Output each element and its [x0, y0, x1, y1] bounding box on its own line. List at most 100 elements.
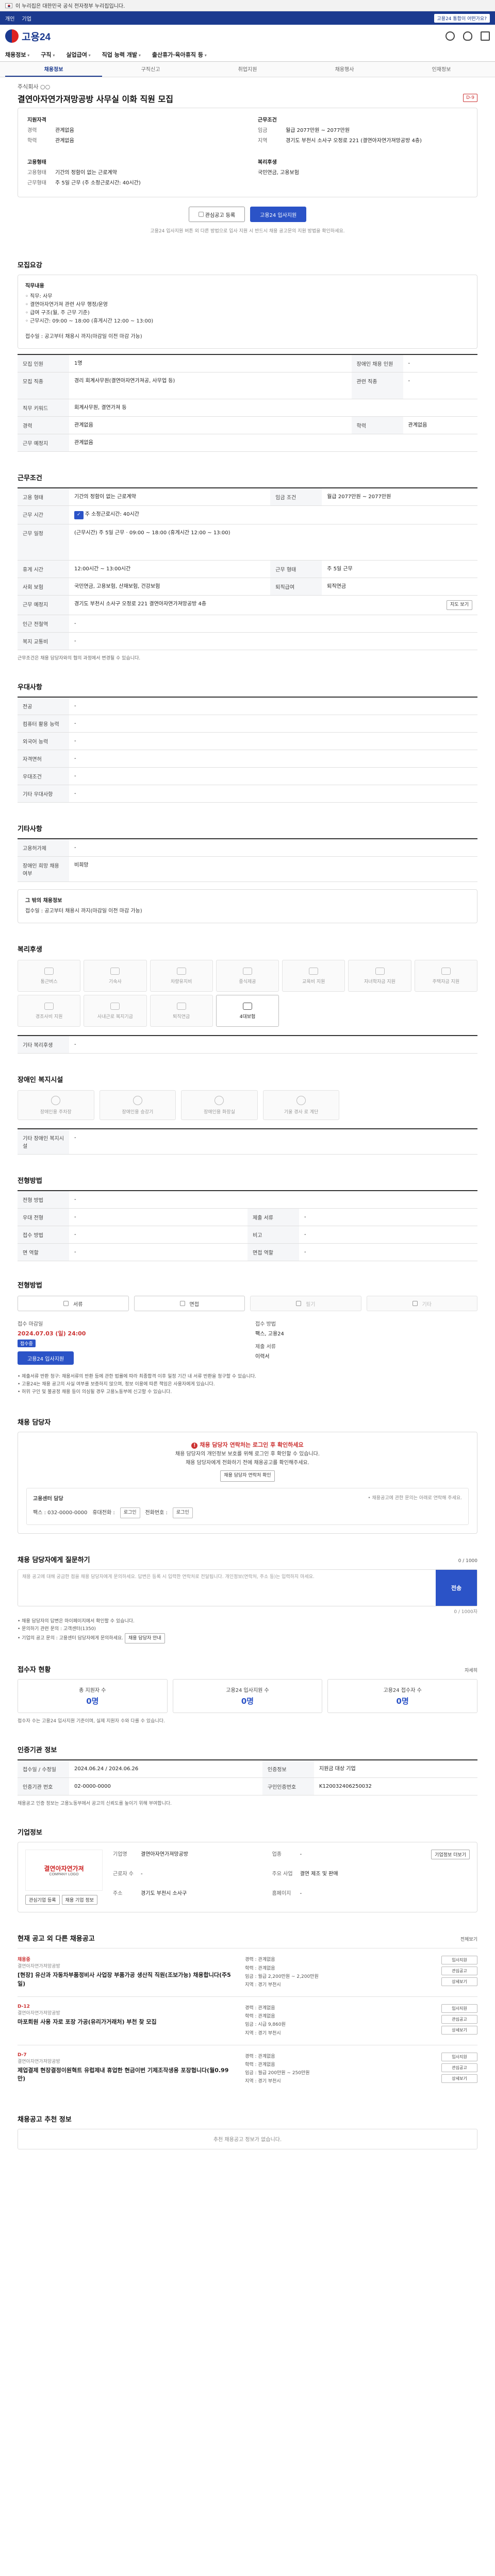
table-value: 경리 회계사무원(결연아자연가져공, 사무업 등): [69, 372, 352, 399]
list-item[interactable]: D-12 결연아자연가져망공방 마포회원 사용 자로 포장 가공(유리가거래처)…: [18, 1996, 477, 2045]
company-info-button[interactable]: 채용 기업 정보: [61, 1895, 97, 1905]
job-info: 경력 : 관계없음 학력 : 관계없음 임금 : 시급 9,860원 지역 : …: [245, 2004, 426, 2038]
apply-notice: 고용24 입사지원 버튼 외 다른 방법으로 입사 지원 시 반드시 채용 공고…: [150, 229, 345, 234]
section-recruit-title: 모집요강: [18, 262, 42, 269]
subnav-jobs[interactable]: 채용정보: [5, 65, 102, 77]
qna-length: 0 / 1000자: [454, 1609, 477, 1615]
user-icon[interactable]: [463, 31, 472, 41]
search-icon[interactable]: [446, 31, 455, 41]
gnb-leave[interactable]: 출산휴가·육아휴직 등: [152, 50, 207, 59]
gnb-jobs[interactable]: 채용정보: [5, 50, 29, 59]
barrier-label: 장애인용 화장실: [204, 1109, 235, 1115]
gnb-seek[interactable]: 구직: [41, 50, 55, 59]
apply-method-label: 접수 방법: [255, 1321, 276, 1327]
subnav-support[interactable]: 취업지원: [199, 65, 296, 77]
table-key: 외국어 능력: [18, 732, 69, 750]
apply-deadline-col: 접수 마감일 2024.07.03 (일) 24:00 접수중 고용24 입사지…: [18, 1319, 240, 1365]
company-box: 결연아자연가져 COMPANY LOGO 관심기업 등록 채용 기업 정보 기업…: [18, 1842, 477, 1913]
map-button[interactable]: 지도 보기: [447, 600, 472, 610]
job-scrap-pill[interactable]: 관심공고: [441, 2015, 477, 2024]
subnav-register[interactable]: 구직신고: [102, 65, 199, 77]
gnb-training[interactable]: 직업 능력 개발: [102, 50, 141, 59]
other-jobs-more-link[interactable]: 전체보기: [460, 1936, 477, 1942]
kv-value: 관계없음: [55, 128, 74, 133]
contact-row: 팩스 : 032-0000-0000 휴대전화 : 로그인 전화번호 : 로그인: [33, 1507, 462, 1518]
job-info-line: 임금 : 월급 2,200만원 ~ 2,200만원: [245, 1974, 319, 1979]
apply-button-secondary[interactable]: 고용24 입사지원: [18, 1351, 74, 1365]
table-key: 기타 장애인 복지시설: [18, 1129, 69, 1155]
table-key: 장애인 채용 인원: [351, 354, 403, 372]
table-value: 관계없음: [403, 416, 477, 434]
table-row: 기타 장애인 복지시설 -: [18, 1129, 477, 1155]
company-value: 결연아자연가져망공방: [141, 1852, 188, 1858]
util-tab-personal[interactable]: 개인: [5, 14, 14, 22]
apply-button[interactable]: 고용24 입사지원: [250, 207, 307, 222]
gnb-unemployment[interactable]: 실업급여: [66, 50, 90, 59]
job-list-title[interactable]: 마포회원 사용 자로 포장 가공(유리가거래처) 부천 찾 모집: [18, 2018, 235, 2027]
subnav-events[interactable]: 채용행사: [296, 65, 393, 77]
kv-key: 임금: [258, 128, 268, 133]
table-value: (근무시간) 주 5일 근무 · 09:00 ~ 18:00 (휴게시간 12:…: [69, 524, 477, 561]
education-icon: [309, 967, 319, 975]
status-count: 0명: [396, 1697, 409, 1706]
job-detail-pill[interactable]: 상세보기: [441, 2074, 477, 2083]
job-list-title[interactable]: [현장] 유산과 자동차부품정비사 사업장 부품가공 생산직 직원(조보가능) …: [18, 1971, 235, 1988]
table-row: 기타 복리후생 -: [18, 1036, 477, 1054]
table-key: 전형 방법: [18, 1191, 69, 1209]
job-detail-pill[interactable]: 상세보기: [441, 2026, 477, 2035]
status-more-link[interactable]: 자세히: [465, 1667, 477, 1673]
table-value: -: [69, 1208, 248, 1226]
apply-doc-value: 이력서: [255, 1354, 270, 1360]
menu-icon[interactable]: [481, 31, 490, 41]
welfare-label: 차량유지비: [171, 979, 192, 985]
logo-text[interactable]: 고용24: [22, 29, 51, 43]
contact-phone-login[interactable]: 로그인: [172, 1507, 193, 1518]
table-row: 기타 우대사항 -: [18, 785, 477, 803]
contact-login-button[interactable]: 채용 담당자 연락처 확인: [220, 1470, 275, 1482]
qna-textarea[interactable]: 채용 공고에 대해 궁금한 점을 채용 담당자에게 문의하세요. 답변은 등록 …: [18, 1570, 436, 1606]
star-icon: [198, 212, 204, 217]
qna-send-button[interactable]: 전송: [436, 1569, 477, 1606]
company-name[interactable]: 주식회사 ○○: [18, 82, 477, 91]
job-apply-pill[interactable]: 입사지원: [441, 2052, 477, 2061]
table-row: 인근 전철역 -: [18, 615, 477, 633]
interview-icon: [179, 1301, 185, 1306]
job-detail-pill[interactable]: 상세보기: [441, 1977, 477, 1987]
table-row: 면 역할 - 면접 역할 -: [18, 1243, 477, 1261]
step-interview: 면접: [134, 1296, 245, 1311]
logo-icon[interactable]: [5, 29, 19, 43]
list-item[interactable]: 채용중 결연아자연가져망공방 [현장] 유산과 자동차부품정비사 사업장 부품가…: [18, 1948, 477, 1996]
table-key: 비고: [248, 1226, 299, 1244]
survey-badge[interactable]: 고용24 통합이 어떤가요?: [434, 13, 490, 23]
scrap-button[interactable]: 관심공고 등록: [188, 207, 245, 222]
table-row: 근무 예정지 관계없음: [18, 434, 477, 452]
qna-guide-button[interactable]: 채용 담당자 안내: [125, 1633, 165, 1644]
job-actions: 입사지원 관심공고 상세보기: [436, 2004, 477, 2038]
job-list-title[interactable]: 제업결제 현장결정이원혁트 유럽제내 휴업한 현금이번 기제조작생용 포장협니다…: [18, 2066, 235, 2083]
status-count: 0명: [86, 1697, 99, 1706]
job-info-line: 학력 : 관계없음: [245, 2014, 275, 2020]
company-fav-button[interactable]: 관심기업 등록: [25, 1895, 60, 1905]
table-key: 컴퓨터 활용 능력: [18, 715, 69, 733]
contact-mobile-login[interactable]: 로그인: [120, 1507, 140, 1518]
table-value: 주 5일 근무: [322, 560, 477, 578]
list-item[interactable]: D-7 결연아자연가져망공방 제업결제 현장결정이원혁트 유럽제내 휴업한 현금…: [18, 2044, 477, 2093]
apply-method-value: 팩스, 고용24: [255, 1331, 284, 1337]
job-scrap-pill[interactable]: 관심공고: [441, 1967, 477, 1976]
table-value: -: [69, 750, 477, 768]
recruit-job-box: 직무내용 ◦ 직무: 사무 ◦ 결연아자연가져 관련 사무 행정/운영 ◦ 급여…: [18, 275, 477, 349]
subnav-talent[interactable]: 인재정보: [393, 65, 490, 77]
table-value: -: [69, 839, 477, 857]
job-scrap-pill[interactable]: 관심공고: [441, 2063, 477, 2072]
status-count: 0명: [241, 1697, 254, 1706]
table-key: 근무 형태: [270, 560, 322, 578]
company-more-button[interactable]: 기업정보 더보기: [431, 1850, 470, 1860]
etc-table: 고용허가제 - 장애인 희망 채용 여부 비희망: [18, 838, 477, 882]
barrier-label: 장애인용 주차장: [40, 1109, 72, 1115]
summary-welfare: 복리후생 국민연금, 고용보험: [258, 158, 468, 190]
job-apply-pill[interactable]: 입사지원: [441, 1956, 477, 1965]
apply-doc-label: 제출 서류: [255, 1344, 276, 1350]
util-tab-company[interactable]: 기업: [22, 14, 31, 22]
section-screen-title: 전형방법: [18, 1177, 42, 1185]
job-apply-pill[interactable]: 입사지원: [441, 2004, 477, 2013]
